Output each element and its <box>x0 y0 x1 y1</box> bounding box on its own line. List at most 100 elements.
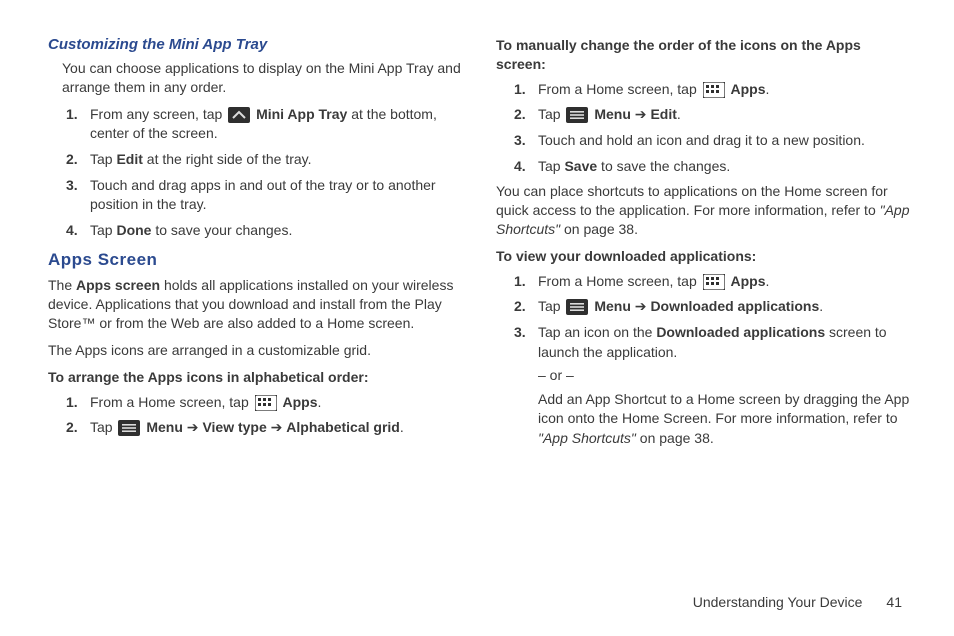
list-item: 3. Touch and drag apps in and out of the… <box>66 176 466 215</box>
list-item: 2. Tap Menu ➔ Downloaded applications. <box>514 297 914 317</box>
step-body: Tap Menu ➔ Edit. <box>538 105 914 125</box>
list-item: 1. From a Home screen, tap Apps. <box>66 393 466 413</box>
step-text: From a Home screen, tap <box>538 81 701 97</box>
left-column: Customizing the Mini App Tray You can ch… <box>48 36 466 454</box>
paragraph: You can place shortcuts to applications … <box>496 182 914 239</box>
heading-apps-screen: Apps Screen <box>48 250 466 270</box>
step-text: . <box>400 419 404 435</box>
list-item: 2. Tap Menu ➔ View type ➔ Alphabetical g… <box>66 418 466 438</box>
apps-grid-icon <box>255 395 277 411</box>
step-text: From a Home screen, tap <box>90 394 253 410</box>
step-number: 1. <box>514 80 538 100</box>
list-item: 3. Touch and hold an icon and drag it to… <box>514 131 914 151</box>
menu-icon <box>566 107 588 123</box>
list-item: 4. Tap Done to save your changes. <box>66 221 466 241</box>
step-bold: View type <box>202 419 266 435</box>
step-body: From a Home screen, tap Apps. <box>538 272 914 292</box>
step-number: 2. <box>514 105 538 125</box>
text: Add an App Shortcut to a Home screen by … <box>538 391 909 427</box>
sub-paragraph: Add an App Shortcut to a Home screen by … <box>538 390 914 449</box>
list-item: 1. From any screen, tap Mini App Tray at… <box>66 105 466 144</box>
step-text: . <box>677 106 681 122</box>
step-text: Tap <box>538 158 564 174</box>
step-text: Tap <box>538 298 564 314</box>
page-footer: Understanding Your Device 41 <box>693 594 902 610</box>
step-text: . <box>766 273 770 289</box>
step-bold: Save <box>564 158 597 174</box>
step-number: 3. <box>514 323 538 449</box>
step-text: . <box>819 298 823 314</box>
right-column: To manually change the order of the icon… <box>496 36 914 454</box>
arrow: ➔ <box>631 106 651 122</box>
step-text: Tap <box>90 419 116 435</box>
step-bold: Alphabetical grid <box>286 419 400 435</box>
footer-page-number: 41 <box>886 594 902 610</box>
text: on page 38. <box>560 221 638 237</box>
step-text: to save your changes. <box>151 222 292 238</box>
list-item: 3. Tap an icon on the Downloaded applica… <box>514 323 914 449</box>
step-text: at the right side of the tray. <box>143 151 312 167</box>
steps-manual-order: 1. From a Home screen, tap Apps. 2. Tap <box>514 80 914 176</box>
apps-grid-icon <box>703 82 725 98</box>
step-body: Tap an icon on the Downloaded applicatio… <box>538 323 914 449</box>
step-text: . <box>318 394 322 410</box>
page-content: Customizing the Mini App Tray You can ch… <box>0 0 954 454</box>
menu-icon <box>118 420 140 436</box>
or-separator: – or – <box>538 366 914 386</box>
step-bold: Mini App Tray <box>256 106 347 122</box>
step-bold: Menu <box>146 419 183 435</box>
step-body: Tap Save to save the changes. <box>538 157 914 177</box>
step-body: Touch and drag apps in and out of the tr… <box>90 176 466 215</box>
step-bold: Menu <box>594 298 631 314</box>
footer-section: Understanding Your Device <box>693 594 863 610</box>
step-bold: Apps <box>731 273 766 289</box>
text: You can place shortcuts to applications … <box>496 183 888 218</box>
intro-text: You can choose applications to display o… <box>62 59 466 97</box>
text-bold: Apps screen <box>76 277 160 293</box>
bold-lead: To arrange the Apps icons in alphabetica… <box>48 368 466 387</box>
step-text: Tap an icon on the <box>538 324 656 340</box>
step-body: Tap Menu ➔ Downloaded applications. <box>538 297 914 317</box>
step-body: From a Home screen, tap Apps. <box>538 80 914 100</box>
cross-reference: "App Shortcuts" <box>538 430 636 446</box>
step-text: . <box>766 81 770 97</box>
step-number: 4. <box>514 157 538 177</box>
steps-mini-app-tray: 1. From any screen, tap Mini App Tray at… <box>66 105 466 241</box>
step-text: to save the changes. <box>597 158 730 174</box>
paragraph: The Apps screen holds all applications i… <box>48 276 466 333</box>
list-item: 1. From a Home screen, tap Apps. <box>514 272 914 292</box>
paragraph: The Apps icons are arranged in a customi… <box>48 341 466 360</box>
steps-downloaded: 1. From a Home screen, tap Apps. 2. Tap <box>514 272 914 449</box>
text: The <box>48 277 76 293</box>
step-text: Tap <box>90 151 116 167</box>
step-body: Tap Menu ➔ View type ➔ Alphabetical grid… <box>90 418 466 438</box>
step-body: Touch and hold an icon and drag it to a … <box>538 131 914 151</box>
bold-lead: To manually change the order of the icon… <box>496 36 914 74</box>
step-body: From any screen, tap Mini App Tray at th… <box>90 105 466 144</box>
step-number: 3. <box>514 131 538 151</box>
step-body: Tap Done to save your changes. <box>90 221 466 241</box>
step-bold: Downloaded applications <box>656 324 825 340</box>
step-text: From any screen, tap <box>90 106 226 122</box>
step-number: 2. <box>514 297 538 317</box>
chevron-up-icon <box>228 107 250 123</box>
arrow: ➔ <box>267 419 287 435</box>
step-number: 3. <box>66 176 90 215</box>
step-number: 1. <box>514 272 538 292</box>
arrow: ➔ <box>631 298 651 314</box>
step-number: 2. <box>66 418 90 438</box>
heading-customizing: Customizing the Mini App Tray <box>48 36 466 53</box>
step-number: 1. <box>66 393 90 413</box>
step-text: Tap <box>90 222 116 238</box>
steps-alphabetical: 1. From a Home screen, tap Apps. 2. Tap <box>66 393 466 438</box>
step-number: 4. <box>66 221 90 241</box>
bold-lead: To view your downloaded applications: <box>496 247 914 266</box>
step-text: Tap <box>538 106 564 122</box>
step-bold: Done <box>116 222 151 238</box>
list-item: 4. Tap Save to save the changes. <box>514 157 914 177</box>
step-bold: Apps <box>731 81 766 97</box>
text: on page 38. <box>636 430 714 446</box>
step-number: 2. <box>66 150 90 170</box>
apps-grid-icon <box>703 274 725 290</box>
step-bold: Menu <box>594 106 631 122</box>
